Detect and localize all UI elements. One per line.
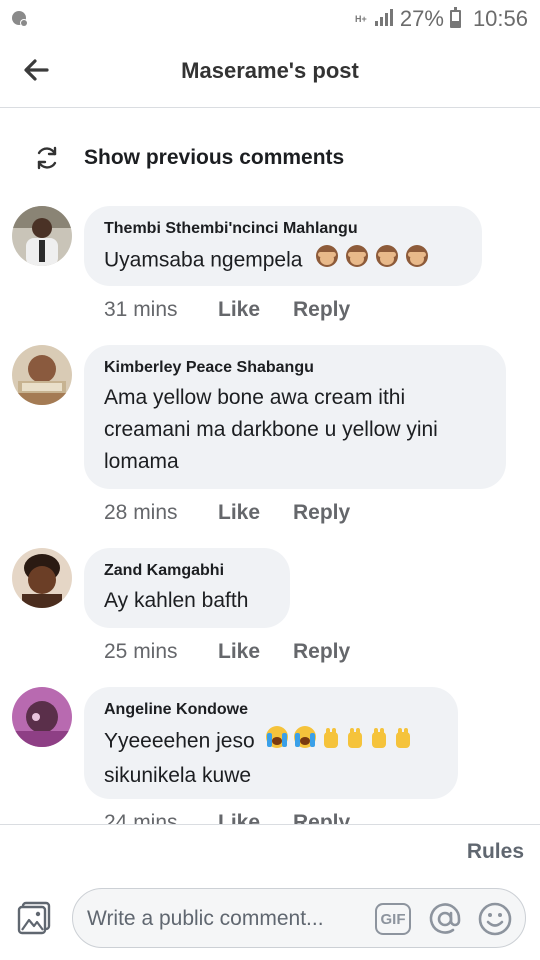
reply-button[interactable]: Reply <box>293 640 350 664</box>
comment-time: 25 mins <box>104 640 178 663</box>
emoji-group <box>264 724 424 760</box>
gif-label: GIF <box>380 910 406 928</box>
emoji-button[interactable] <box>477 901 513 937</box>
at-mention-icon <box>429 903 461 934</box>
battery-icon <box>449 7 461 28</box>
comment-composer: GIF <box>72 888 526 948</box>
comment-time: 28 mins <box>104 501 178 524</box>
comment-actions: 25 mins Like Reply <box>104 640 350 664</box>
reply-button[interactable]: Reply <box>293 501 350 525</box>
notification-icon <box>10 9 30 29</box>
show-previous-label: Show previous comments <box>84 146 345 169</box>
smiley-icon <box>478 902 512 936</box>
comment-bubble[interactable]: Kimberley Peace Shabangu Ama yellow bone… <box>84 345 506 489</box>
comment-bubble[interactable]: Thembi Sthembi'ncinci Mahlangu Uyamsaba … <box>84 206 482 286</box>
comment-time: 31 mins <box>104 298 178 321</box>
network-type-label: H+ <box>355 13 367 24</box>
avatar[interactable] <box>12 548 72 608</box>
comment-text: Ay kahlen bafth <box>104 589 249 612</box>
signal-icon <box>374 6 394 32</box>
comment-text: Ama yellow bone awa cream ithi creamani … <box>104 386 438 473</box>
avatar[interactable] <box>12 206 72 266</box>
comment-actions: 31 mins Like Reply <box>104 298 350 322</box>
app-header: Maserame's post <box>0 38 540 108</box>
comment-author[interactable]: Thembi Sthembi'ncinci Mahlangu <box>104 219 462 239</box>
comment-text-line2: sikunikela kuwe <box>104 764 252 787</box>
clock: 10:56 <box>472 6 528 31</box>
rules-link[interactable]: Rules <box>467 840 524 864</box>
battery-percent: 27% <box>399 6 444 31</box>
comment-bubble[interactable]: Angeline Kondowe Yyeeeehen jeso sikunike… <box>84 687 458 799</box>
comment-text: Yyeeeehen jeso <box>104 729 255 753</box>
comment-author[interactable]: Kimberley Peace Shabangu <box>104 358 486 378</box>
comment-author[interactable]: Angeline Kondowe <box>104 700 438 720</box>
refresh-icon <box>37 146 57 170</box>
comment-text: Uyamsaba ngempela <box>104 248 303 272</box>
photo-button[interactable] <box>16 900 52 936</box>
photo-icon <box>17 901 51 935</box>
gif-button[interactable]: GIF <box>375 903 411 935</box>
show-previous-comments-button[interactable]: Show previous comments <box>34 140 344 176</box>
comment-input[interactable] <box>87 901 377 937</box>
comment-bubble[interactable]: Zand Kamgabhi Ay kahlen bafth <box>84 548 290 628</box>
comment-actions: 28 mins Like Reply <box>104 501 350 525</box>
like-button[interactable]: Like <box>218 501 293 525</box>
monkey-emoji-group <box>314 243 432 279</box>
reply-button[interactable]: Reply <box>293 298 350 322</box>
avatar[interactable] <box>12 687 72 747</box>
mention-button[interactable] <box>427 901 463 937</box>
avatar[interactable] <box>12 345 72 405</box>
status-bar: H+ 27% 10:56 <box>0 0 540 38</box>
like-button[interactable]: Like <box>218 298 293 322</box>
page-title: Maserame's post <box>181 58 359 83</box>
like-button[interactable]: Like <box>218 640 293 664</box>
comment-author[interactable]: Zand Kamgabhi <box>104 561 270 581</box>
